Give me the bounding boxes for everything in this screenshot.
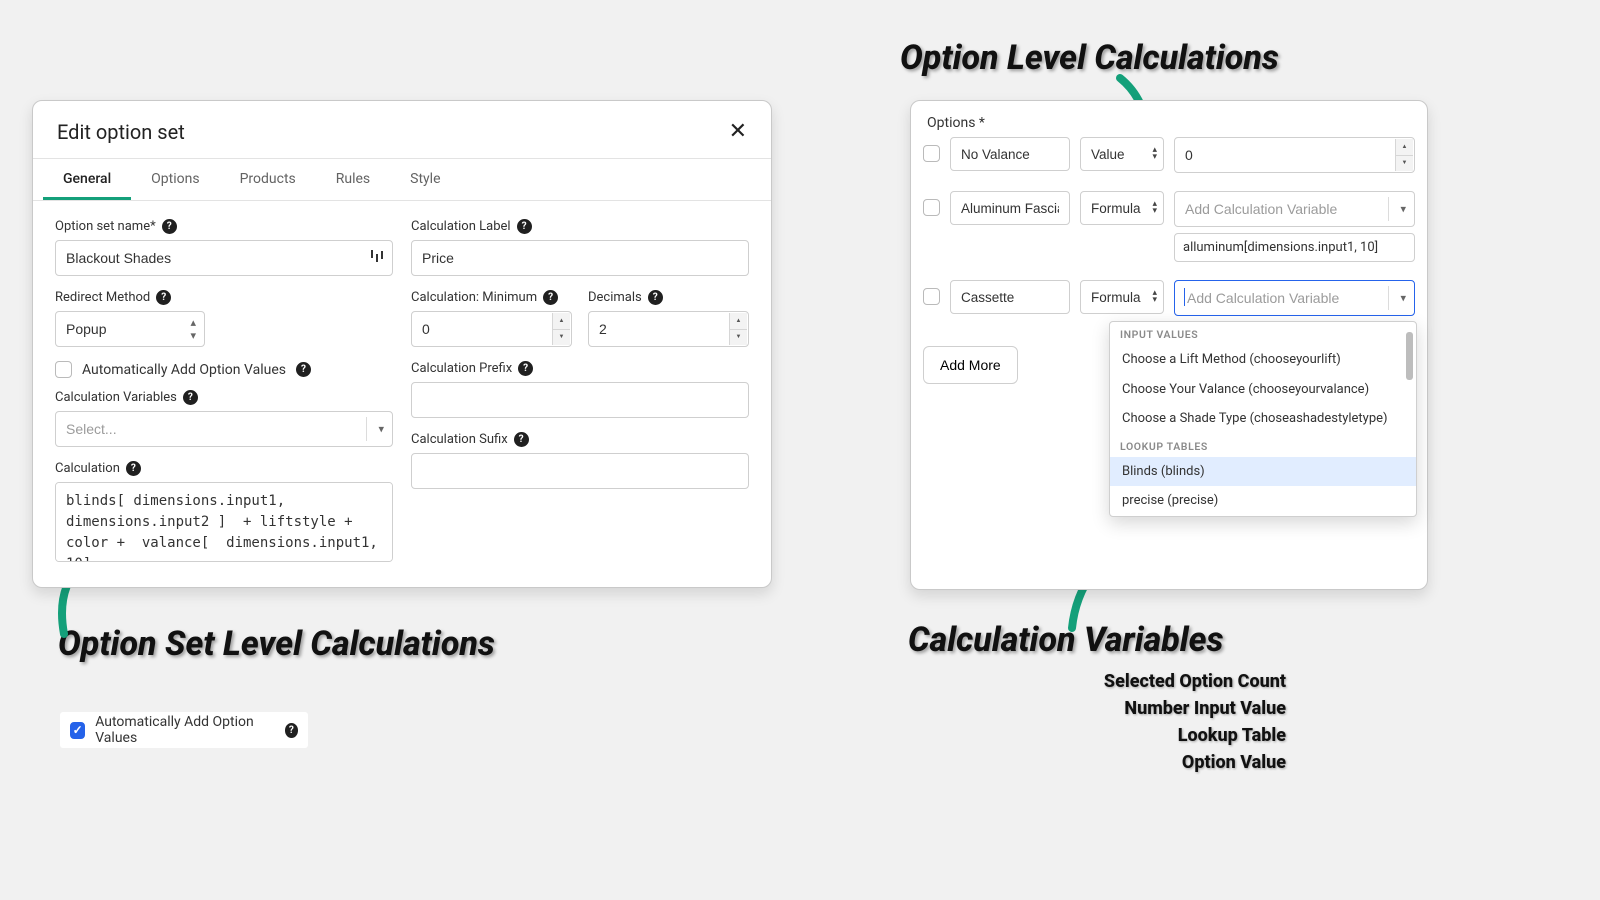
help-icon[interactable]: ? <box>648 290 663 305</box>
add-more-button[interactable]: Add More <box>923 346 1018 384</box>
option-kind-select[interactable] <box>1080 280 1164 314</box>
tab-rules[interactable]: Rules <box>316 159 390 200</box>
chevron-updown-icon: ▴▾ <box>190 316 196 342</box>
calc-vars-select[interactable] <box>55 411 393 447</box>
option-checkbox[interactable] <box>923 145 940 162</box>
spin-up[interactable]: ▲ <box>730 313 747 330</box>
help-icon[interactable]: ? <box>162 219 177 234</box>
help-icon[interactable]: ? <box>517 219 532 234</box>
option-rows: ▴▾ ▲ ▼ ▴▾ <box>911 135 1427 316</box>
option-kind-select[interactable] <box>1080 191 1164 225</box>
label-redirect-method: Redirect Method ? <box>55 290 393 305</box>
decimals-input[interactable] <box>588 311 749 347</box>
col-right: Calculation Label ? Calculation: Minimum… <box>411 219 749 566</box>
label-decimals: Decimals ? <box>588 290 749 305</box>
annotation-option-set-level: Option Set Level Calculations <box>58 624 495 664</box>
label-calculation: Calculation ? <box>55 461 393 476</box>
text-caret <box>1184 288 1185 306</box>
chevron-down-icon: ▾ <box>1400 203 1406 216</box>
spin-down[interactable]: ▼ <box>1396 156 1413 172</box>
option-set-name-input[interactable] <box>55 240 393 276</box>
dropdown-item[interactable]: Choose Your Valance (chooseyourvalance) <box>1110 375 1416 405</box>
label-auto-add: Automatically Add Option Values <box>82 362 286 378</box>
calc-suffix-input[interactable] <box>411 453 749 489</box>
option-name-input[interactable] <box>950 191 1070 225</box>
help-icon[interactable]: ? <box>156 290 171 305</box>
label-calc-min: Calculation: Minimum ? <box>411 290 572 305</box>
redirect-method-select[interactable] <box>55 311 205 347</box>
dialog-body: Option set name* ? Redirect Method ? <box>33 201 771 588</box>
help-icon[interactable]: ? <box>126 461 141 476</box>
option-row: ▴▾ ▾ <box>923 280 1415 316</box>
chevron-down-icon: ▾ <box>378 423 384 436</box>
help-icon[interactable]: ? <box>514 432 529 447</box>
option-checkbox[interactable] <box>923 288 940 305</box>
auto-add-checkbox[interactable] <box>55 361 72 378</box>
dialog-header: Edit option set ✕ <box>33 101 771 159</box>
calc-label-input[interactable] <box>411 240 749 276</box>
option-value-input[interactable] <box>1174 137 1415 173</box>
calc-var-select[interactable] <box>1174 191 1415 227</box>
dropdown-item[interactable]: Choose a Lift Method (chooseyourlift) <box>1110 345 1416 375</box>
dropdown-item[interactable]: Blinds (blinds) <box>1110 457 1416 487</box>
chevron-updown-icon: ▴▾ <box>1152 147 1157 161</box>
dropdown-item[interactable]: precise (precise) <box>1110 486 1416 516</box>
dropdown-item[interactable]: Choose a Shade Type (choseashadestyletyp… <box>1110 404 1416 434</box>
auto-add-checkbox-checked[interactable] <box>70 722 85 739</box>
tab-general[interactable]: General <box>43 159 131 200</box>
dropdown-group-header: INPUT VALUES <box>1110 322 1416 345</box>
calc-var-dropdown: INPUT VALUES Choose a Lift Method (choos… <box>1109 321 1417 517</box>
options-header: Options * <box>911 101 1427 135</box>
option-row: ▴▾ ▾ alluminum[dimensions.input1, 10] <box>923 191 1415 262</box>
chevron-updown-icon: ▴▾ <box>1152 201 1157 215</box>
dropdown-group-header: LOOKUP TABLES <box>1110 434 1416 457</box>
standalone-auto-add: Automatically Add Option Values ? <box>60 712 308 748</box>
label-calc-vars: Calculation Variables ? <box>55 390 393 405</box>
help-icon[interactable]: ? <box>296 362 311 377</box>
tab-bar: General Options Products Rules Style <box>33 159 771 201</box>
label-calc-suffix: Calculation Sufix ? <box>411 432 749 447</box>
option-name-input[interactable] <box>950 280 1070 314</box>
chevron-down-icon: ▾ <box>1400 292 1406 305</box>
label-auto-add: Automatically Add Option Values <box>95 714 275 746</box>
sliders-icon[interactable] <box>370 249 384 267</box>
col-left: Option set name* ? Redirect Method ? <box>55 219 393 566</box>
option-kind-select[interactable] <box>1080 137 1164 171</box>
option-checkbox[interactable] <box>923 199 940 216</box>
tab-style[interactable]: Style <box>390 159 460 200</box>
option-name-input[interactable] <box>950 137 1070 171</box>
formula-text[interactable]: alluminum[dimensions.input1, 10] <box>1174 233 1415 262</box>
label-calc-label: Calculation Label ? <box>411 219 749 234</box>
calc-var-select[interactable] <box>1174 280 1415 316</box>
help-icon[interactable]: ? <box>183 390 198 405</box>
calc-prefix-input[interactable] <box>411 382 749 418</box>
spin-up[interactable]: ▲ <box>1396 139 1413 156</box>
tab-products[interactable]: Products <box>220 159 316 200</box>
options-panel: Options * ▴▾ ▲ ▼ <box>910 100 1428 590</box>
calc-min-input[interactable] <box>411 311 572 347</box>
label-calc-prefix: Calculation Prefix ? <box>411 361 749 376</box>
label-option-set-name: Option set name* ? <box>55 219 393 234</box>
tab-options[interactable]: Options <box>131 159 219 200</box>
annotation-option-level: Option Level Calculations <box>900 38 1279 78</box>
option-row: ▴▾ ▲ ▼ <box>923 137 1415 173</box>
spin-up[interactable]: ▲ <box>553 313 570 330</box>
calculation-textarea[interactable] <box>55 482 393 562</box>
help-icon[interactable]: ? <box>518 361 533 376</box>
help-icon[interactable]: ? <box>543 290 558 305</box>
edit-option-set-dialog: Edit option set ✕ General Options Produc… <box>32 100 772 588</box>
spin-down[interactable]: ▼ <box>730 330 747 346</box>
help-icon[interactable]: ? <box>285 723 298 738</box>
spin-down[interactable]: ▼ <box>553 330 570 346</box>
dialog-title: Edit option set <box>57 120 185 144</box>
annotation-calc-vars-sub: Selected Option Count Number Input Value… <box>1036 668 1286 776</box>
close-icon[interactable]: ✕ <box>729 119 747 144</box>
scrollbar-thumb[interactable] <box>1406 332 1413 380</box>
chevron-updown-icon: ▴▾ <box>1152 290 1157 304</box>
